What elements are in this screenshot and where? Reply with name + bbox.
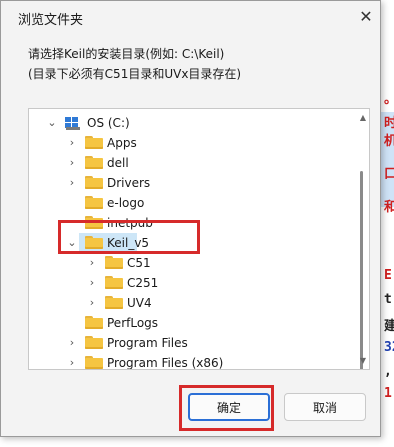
tree-item-drive[interactable]: ⌄ OS (C:) <box>29 113 354 133</box>
chevron-right-icon[interactable]: › <box>65 335 79 351</box>
tree-item-label: OS (C:) <box>87 116 130 130</box>
background-text: 时 <box>384 116 394 131</box>
browse-folder-dialog: 浏览文件夹 ✕ 请选择Keil的安装目录(例如: C:\Keil) (目录下必须… <box>0 0 381 437</box>
chevron-right-icon[interactable]: › <box>85 255 99 271</box>
tree-item-apps[interactable]: › Apps <box>29 133 354 153</box>
annotation-box-ok <box>179 385 274 431</box>
cancel-button[interactable]: 取消 <box>284 393 366 421</box>
chevron-right-icon[interactable]: › <box>65 155 79 171</box>
scroll-down-icon[interactable]: ▼ <box>360 356 366 365</box>
background-text: E <box>384 268 392 283</box>
instruction-line-2: (目录下必须有C51目录和UVx目录存在) <box>28 67 242 81</box>
scroll-up-icon[interactable]: ▲ <box>360 113 366 122</box>
instruction-line-1: 请选择Keil的安装目录(例如: C:\Keil) <box>28 47 225 61</box>
vertical-scrollbar[interactable] <box>360 171 363 369</box>
windows-drive-icon <box>65 117 81 130</box>
chevron-right-icon[interactable]: › <box>65 135 79 151</box>
dialog-title: 浏览文件夹 <box>18 13 84 28</box>
folder-icon <box>105 296 123 309</box>
tree-item-c251[interactable]: › C251 <box>29 273 354 293</box>
folder-icon <box>85 196 103 209</box>
tree-item-program-files-x86[interactable]: › Program Files (x86) <box>29 353 354 370</box>
folder-icon <box>85 136 103 149</box>
folder-icon <box>105 276 123 289</box>
background-text: 。 <box>384 88 394 107</box>
annotation-box-keil <box>58 220 200 254</box>
tree-item-uv4[interactable]: › UV4 <box>29 293 354 313</box>
tree-item-program-files[interactable]: › Program Files <box>29 333 354 353</box>
folder-icon <box>85 156 103 169</box>
tree-item-label: Program Files <box>107 336 188 350</box>
folder-icon <box>85 356 103 369</box>
title-bar[interactable]: 浏览文件夹 ✕ <box>1 1 380 35</box>
chevron-right-icon[interactable]: › <box>85 275 99 291</box>
tree-item-label: UV4 <box>127 296 152 310</box>
tree-item-e-logo[interactable]: e-logo <box>29 193 354 213</box>
tree-item-c51[interactable]: › C51 <box>29 253 354 273</box>
background-text: 和 <box>384 200 394 215</box>
chevron-right-icon[interactable]: › <box>65 175 79 191</box>
background-text: , <box>384 364 392 379</box>
background-text: 建 <box>384 319 394 334</box>
tree-item-label: dell <box>107 156 129 170</box>
folder-icon <box>85 176 103 189</box>
tree-item-label: C51 <box>127 256 151 270</box>
chevron-down-icon[interactable]: ⌄ <box>45 115 59 131</box>
folder-icon <box>85 316 103 329</box>
tree-item-label: Program Files (x86) <box>107 356 224 370</box>
background-text: 机 <box>384 134 394 149</box>
close-icon[interactable]: ✕ <box>353 5 379 29</box>
tree-item-dell[interactable]: › dell <box>29 153 354 173</box>
tree-item-label: Apps <box>107 136 137 150</box>
folder-icon <box>105 256 123 269</box>
chevron-right-icon[interactable]: › <box>85 295 99 311</box>
tree-item-label: e-logo <box>107 196 145 210</box>
tree-item-label: PerfLogs <box>107 316 159 330</box>
background-text: 32 <box>384 340 394 355</box>
chevron-right-icon[interactable]: › <box>65 355 79 369</box>
tree-item-label: Drivers <box>107 176 151 190</box>
background-text: t <box>384 292 392 307</box>
tree-item-perflogs[interactable]: PerfLogs <box>29 313 354 333</box>
background-text: 口 <box>384 167 394 182</box>
tree-item-drivers[interactable]: › Drivers <box>29 173 354 193</box>
folder-icon <box>85 336 103 349</box>
tree-item-label: C251 <box>127 276 159 290</box>
background-text: 1 <box>384 386 392 401</box>
